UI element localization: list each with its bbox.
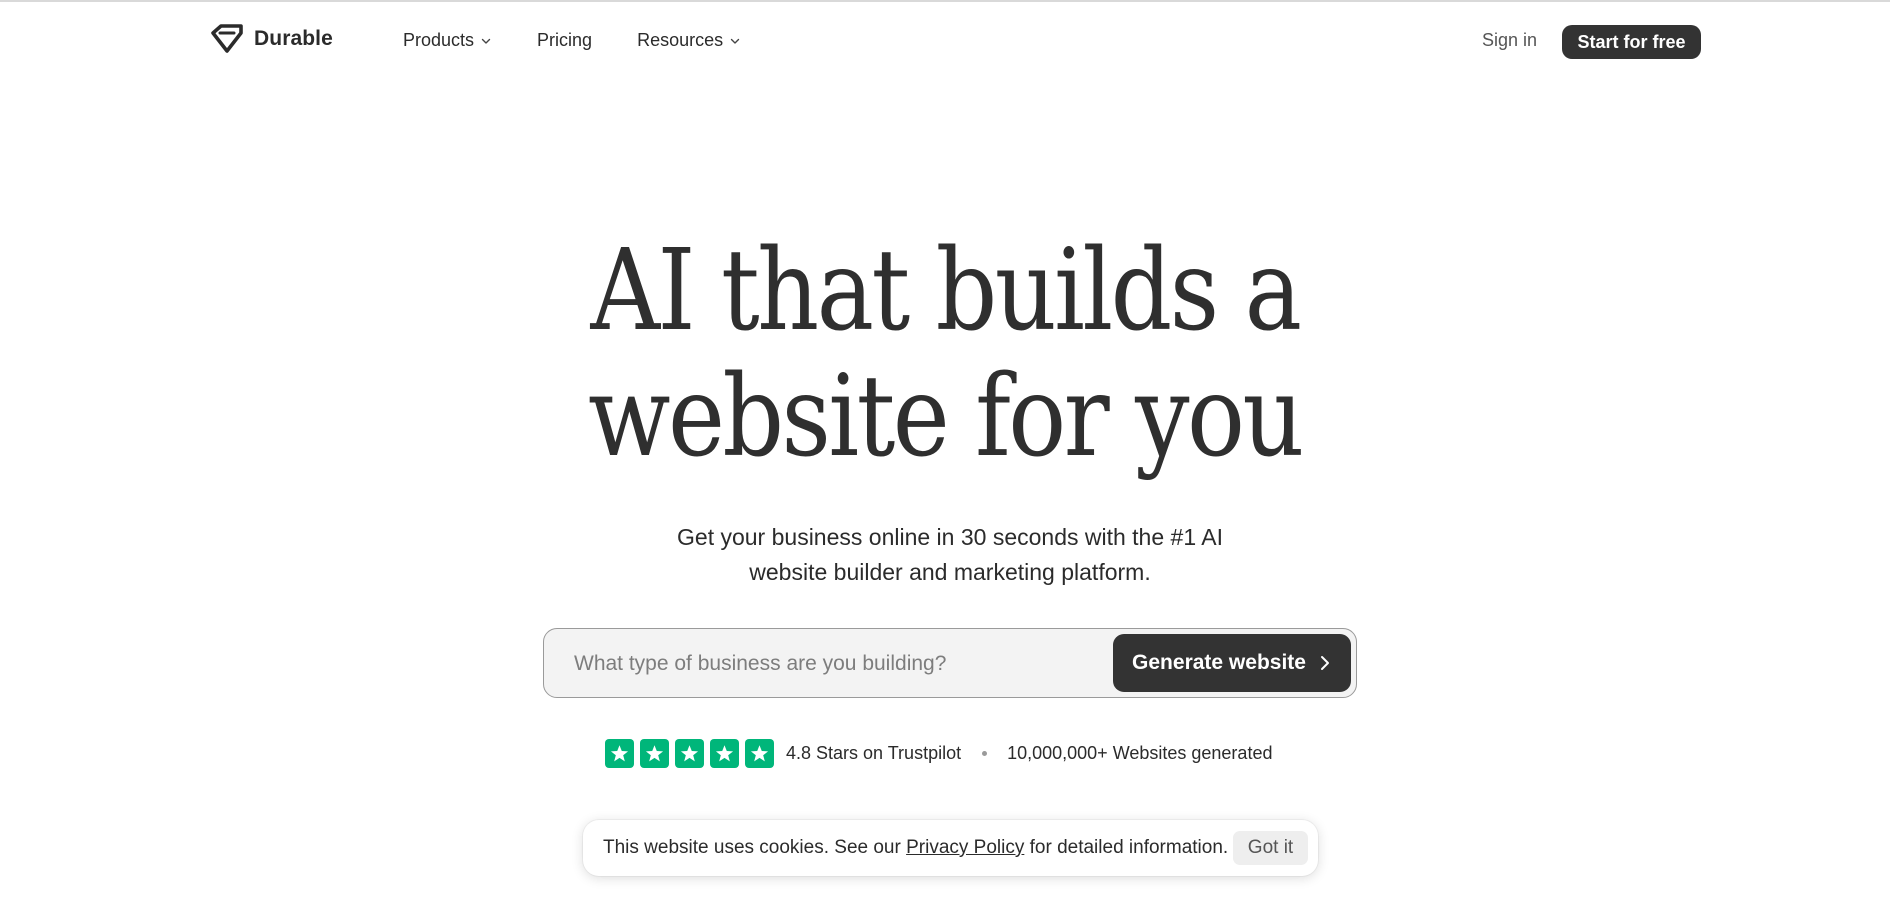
chevron-right-icon [1320, 656, 1329, 670]
cookie-text-after: for detailed information. [1024, 837, 1229, 858]
menu-item-label: Pricing [537, 30, 593, 50]
menu-item-products[interactable]: Products [403, 30, 492, 51]
hero-subtitle: Get your business online in 30 seconds w… [677, 524, 1223, 585]
diamond-logo-icon [211, 24, 243, 53]
start-for-free-button[interactable]: Start for free [1562, 25, 1701, 59]
hero-headline-line-1: AI that builds a [590, 226, 1302, 356]
top-navigation: Durable Products Pricing Resources Sign … [0, 2, 1890, 78]
menu-item-label: Products [403, 30, 475, 50]
websites-generated-text: 10,000,000+ Websites generated [1007, 742, 1273, 763]
hero-headline-line-2: website for you [588, 352, 1304, 482]
star-icon [675, 738, 704, 768]
star-icon [745, 738, 774, 768]
trustpilot-stars [605, 738, 774, 768]
main-menu: Products Pricing Resources [403, 30, 786, 51]
business-type-input[interactable] [572, 643, 1096, 685]
social-proof: 4.8 Stars on Trustpilot 10,000,000+ Webs… [605, 738, 1272, 768]
star-icon [605, 738, 634, 768]
generate-website-button[interactable]: Generate website [1113, 634, 1351, 692]
menu-item-label: Resources [637, 30, 724, 50]
generate-website-label: Generate website [1132, 651, 1306, 674]
star-icon [640, 738, 669, 768]
menu-item-resources[interactable]: Resources [637, 30, 741, 51]
hero-headline: AI that builds a website for you [132, 228, 1757, 480]
cookie-banner: This website uses cookies. See our Priva… [583, 820, 1318, 876]
chevron-down-icon [481, 38, 491, 44]
privacy-policy-link[interactable]: Privacy Policy [906, 837, 1024, 858]
brand-name: Durable [254, 27, 333, 50]
menu-item-pricing[interactable]: Pricing [537, 30, 592, 51]
cookie-text-before: This website uses cookies. See our [603, 837, 907, 858]
cookie-message: This website uses cookies. See our Priva… [603, 837, 1228, 859]
brand-logo-link[interactable]: Durable [210, 24, 333, 54]
trustpilot-rating-text: 4.8 Stars on Trustpilot [786, 742, 962, 763]
separator-dot [982, 750, 988, 756]
cookie-accept-button[interactable]: Got it [1233, 831, 1308, 865]
business-search-box: Generate website [543, 628, 1357, 698]
sign-in-link[interactable]: Sign in [1482, 30, 1537, 51]
star-icon [710, 738, 739, 768]
chevron-down-icon [730, 38, 740, 44]
